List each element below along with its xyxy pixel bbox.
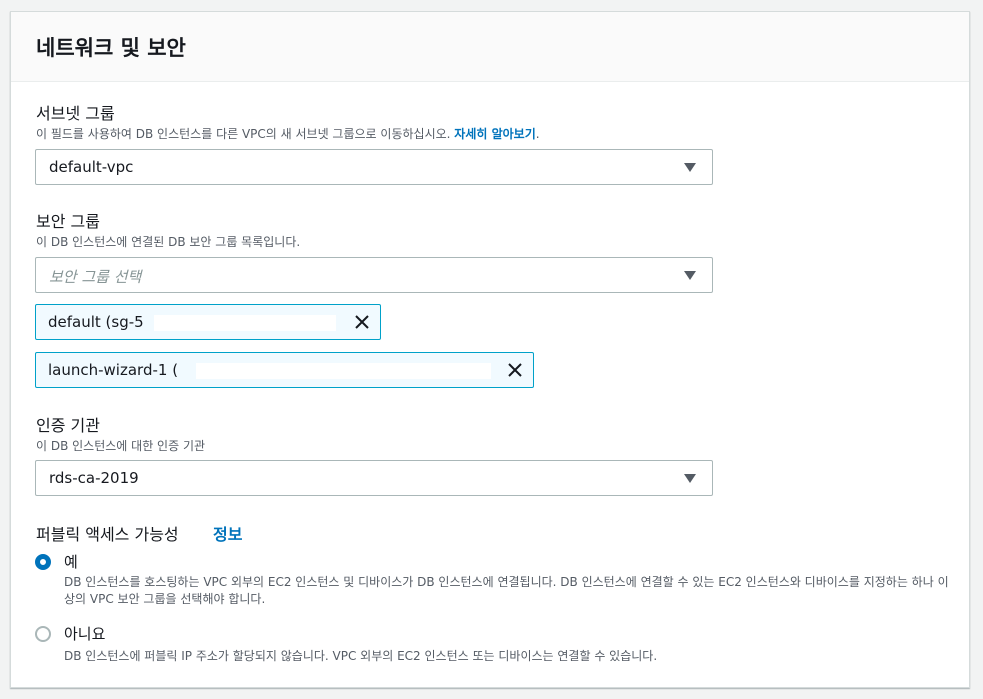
security-group-label: 보안 그룹	[36, 212, 100, 231]
panel-title: 네트워크 및 보안	[36, 36, 186, 60]
subnet-group-label: 서브넷 그룹	[36, 104, 115, 123]
subnet-group-description: 이 필드를 사용하여 DB 인스턴스를 다른 VPC의 새 서브넷 그룹으로 이…	[36, 125, 540, 142]
ca-description: 이 DB 인스턴스에 대한 인증 기관	[36, 439, 206, 453]
security-group-token-label: launch-wizard-1 (	[48, 361, 179, 379]
close-icon[interactable]	[352, 312, 372, 332]
radio-yes[interactable]	[35, 554, 51, 570]
redacted-block	[154, 315, 336, 331]
ca-value: rds-ca-2019	[49, 469, 139, 487]
info-link[interactable]: 정보	[213, 521, 242, 545]
subnet-group-value: default-vpc	[49, 158, 134, 176]
security-group-token-label: default (sg-5	[48, 313, 144, 331]
ca-select[interactable]: rds-ca-2019	[35, 460, 713, 496]
security-group-description: 이 DB 인스턴스에 연결된 DB 보안 그룹 목록입니다.	[36, 235, 301, 249]
network-security-panel: 네트워크 및 보안 서브넷 그룹 이 필드를 사용하여 DB 인스턴스를 다른 …	[10, 11, 970, 688]
public-access-label: 퍼블릭 액세스 가능성	[36, 525, 179, 544]
learn-more-link[interactable]: 자세히 알아보기	[454, 127, 535, 141]
close-icon[interactable]	[505, 360, 525, 380]
subnet-group-description-text: 이 필드를 사용하여 DB 인스턴스를 다른 VPC의 새 서브넷 그룹으로 이…	[36, 127, 451, 141]
caret-down-icon	[684, 163, 696, 172]
panel-header: 네트워크 및 보안	[11, 12, 969, 82]
security-group-select[interactable]: 보안 그룹 선택	[35, 257, 713, 293]
learn-more-suffix: .	[535, 127, 540, 141]
redacted-block	[196, 363, 491, 379]
security-group-token: default (sg-5	[35, 304, 381, 340]
security-group-token: launch-wizard-1 (	[35, 352, 534, 388]
radio-no-description: DB 인스턴스에 퍼블릭 IP 주소가 할당되지 않습니다. VPC 외부의 E…	[64, 649, 658, 663]
radio-no[interactable]	[35, 626, 51, 642]
caret-down-icon	[684, 271, 696, 280]
security-group-placeholder: 보안 그룹 선택	[49, 268, 142, 286]
subnet-group-select[interactable]: default-vpc	[35, 149, 713, 185]
caret-down-icon	[684, 474, 696, 483]
radio-yes-label[interactable]: 예	[64, 551, 78, 572]
ca-label: 인증 기관	[36, 416, 100, 435]
radio-yes-description: DB 인스턴스를 호스팅하는 VPC 외부의 EC2 인스턴스 및 디바이스가 …	[64, 575, 949, 606]
radio-no-label[interactable]: 아니요	[64, 623, 105, 644]
